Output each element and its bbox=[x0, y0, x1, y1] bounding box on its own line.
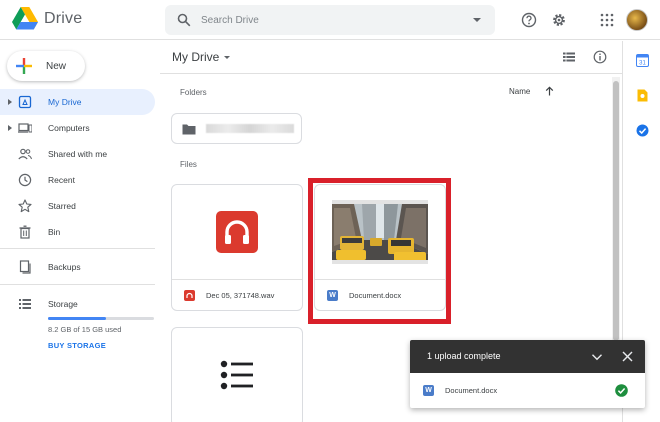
folder-name-redacted bbox=[206, 124, 294, 133]
help-icon[interactable] bbox=[521, 12, 537, 28]
upload-file-name: Document.docx bbox=[445, 386, 498, 395]
list-icon bbox=[220, 360, 253, 390]
folders-section-label: Folders bbox=[180, 88, 207, 97]
sidebar-item-label: Backups bbox=[48, 262, 81, 272]
sort-by-name[interactable]: Name bbox=[509, 87, 530, 96]
sidebar-item-label: Recent bbox=[48, 175, 75, 185]
computer-icon bbox=[18, 123, 32, 133]
storage-used-text: 8.2 GB of 15 GB used bbox=[48, 325, 122, 334]
new-button-label: New bbox=[46, 60, 67, 72]
file-card-document[interactable]: W Document.docx bbox=[314, 184, 446, 311]
close-icon[interactable] bbox=[622, 351, 633, 362]
search-bar[interactable]: Search Drive bbox=[165, 5, 495, 35]
top-bar: Drive Search Drive bbox=[0, 0, 660, 40]
file-footer: W Document.docx bbox=[315, 279, 445, 310]
word-file-icon: W bbox=[327, 290, 338, 301]
page-title[interactable]: My Drive bbox=[172, 50, 219, 64]
sidebar-item-bin[interactable]: Bin bbox=[0, 219, 155, 245]
star-icon bbox=[18, 199, 32, 213]
chevron-down-icon[interactable] bbox=[591, 351, 603, 363]
sidebar-item-label: Computers bbox=[48, 123, 90, 133]
upload-panel-header: 1 upload complete bbox=[410, 340, 645, 373]
expand-arrow-icon[interactable] bbox=[8, 99, 12, 105]
new-button[interactable]: New bbox=[7, 51, 85, 81]
folder-item[interactable] bbox=[171, 113, 302, 144]
headphones-icon bbox=[216, 211, 258, 253]
sidebar-item-my-drive[interactable]: My Drive bbox=[0, 89, 155, 115]
title-dropdown-icon[interactable] bbox=[224, 56, 230, 59]
drive-logo[interactable]: Drive bbox=[12, 7, 82, 30]
file-thumbnail bbox=[172, 185, 302, 279]
expand-arrow-icon[interactable] bbox=[8, 125, 12, 131]
search-icon[interactable] bbox=[177, 13, 191, 27]
sidebar-item-recent[interactable]: Recent bbox=[0, 167, 155, 193]
storage-progress-bar bbox=[48, 317, 154, 320]
city-photo-image bbox=[332, 204, 428, 264]
list-view-icon[interactable] bbox=[562, 50, 576, 64]
people-icon bbox=[18, 148, 32, 160]
buy-storage-link[interactable]: BUY STORAGE bbox=[48, 341, 106, 350]
sidebar-item-label: Starred bbox=[48, 201, 76, 211]
info-icon[interactable] bbox=[593, 50, 607, 64]
scrollbar[interactable] bbox=[612, 77, 620, 377]
file-footer: Dec 05, 371748.wav bbox=[172, 279, 302, 310]
search-input[interactable]: Search Drive bbox=[201, 15, 473, 26]
app-name: Drive bbox=[44, 9, 83, 27]
clock-icon bbox=[18, 173, 32, 187]
files-section-label: Files bbox=[180, 160, 197, 169]
check-circle-icon bbox=[615, 384, 628, 397]
plus-icon bbox=[16, 58, 32, 74]
file-thumbnail bbox=[315, 185, 445, 279]
file-thumbnail bbox=[172, 328, 302, 422]
main-header: My Drive bbox=[160, 41, 622, 74]
sidebar-item-computers[interactable]: Computers bbox=[0, 115, 155, 141]
sidebar-divider bbox=[0, 284, 155, 285]
sidebar-item-label: Shared with me bbox=[48, 149, 108, 159]
apps-grid-icon[interactable] bbox=[599, 12, 615, 28]
settings-gear-icon[interactable] bbox=[551, 12, 567, 28]
calendar-icon[interactable]: 31 bbox=[636, 54, 649, 67]
sidebar-item-label: Storage bbox=[48, 299, 78, 309]
storage-icon bbox=[19, 299, 31, 309]
keep-icon[interactable] bbox=[636, 89, 649, 102]
storage-progress-fill bbox=[48, 317, 107, 320]
search-options-icon[interactable] bbox=[473, 18, 481, 22]
sidebar-item-backups[interactable]: Backups bbox=[0, 254, 155, 280]
sort-ascending-arrow-icon[interactable] bbox=[545, 86, 554, 96]
audio-file-icon bbox=[184, 290, 195, 301]
tasks-icon[interactable] bbox=[636, 124, 649, 137]
file-name: Dec 05, 371748.wav bbox=[206, 291, 275, 300]
folder-icon bbox=[182, 124, 196, 134]
file-name: Document.docx bbox=[349, 291, 402, 300]
sidebar-item-starred[interactable]: Starred bbox=[0, 193, 155, 219]
sidebar-item-storage[interactable]: Storage bbox=[0, 291, 155, 317]
account-avatar[interactable] bbox=[626, 9, 648, 31]
drive-logo-icon bbox=[12, 7, 38, 30]
scrollbar-thumb[interactable] bbox=[613, 81, 619, 341]
word-file-icon: W bbox=[423, 385, 434, 396]
sidebar: New My Drive Computers Shared with me Re… bbox=[0, 41, 160, 422]
sidebar-divider bbox=[0, 248, 155, 249]
sidebar-item-label: Bin bbox=[48, 227, 61, 237]
trash-icon bbox=[19, 225, 31, 239]
upload-status-panel: 1 upload complete W Document.docx bbox=[410, 340, 645, 408]
sidebar-item-shared-with-me[interactable]: Shared with me bbox=[0, 141, 155, 167]
file-card-list[interactable] bbox=[171, 327, 303, 422]
city-street-photo bbox=[332, 200, 428, 264]
file-card-audio[interactable]: Dec 05, 371748.wav bbox=[171, 184, 303, 311]
drive-folder-icon bbox=[18, 95, 32, 109]
backup-icon bbox=[19, 260, 31, 274]
svg-text:31: 31 bbox=[639, 61, 646, 67]
sidebar-item-label: My Drive bbox=[48, 97, 82, 107]
upload-status-title: 1 upload complete bbox=[427, 351, 501, 361]
upload-item[interactable]: W Document.docx bbox=[410, 373, 645, 408]
